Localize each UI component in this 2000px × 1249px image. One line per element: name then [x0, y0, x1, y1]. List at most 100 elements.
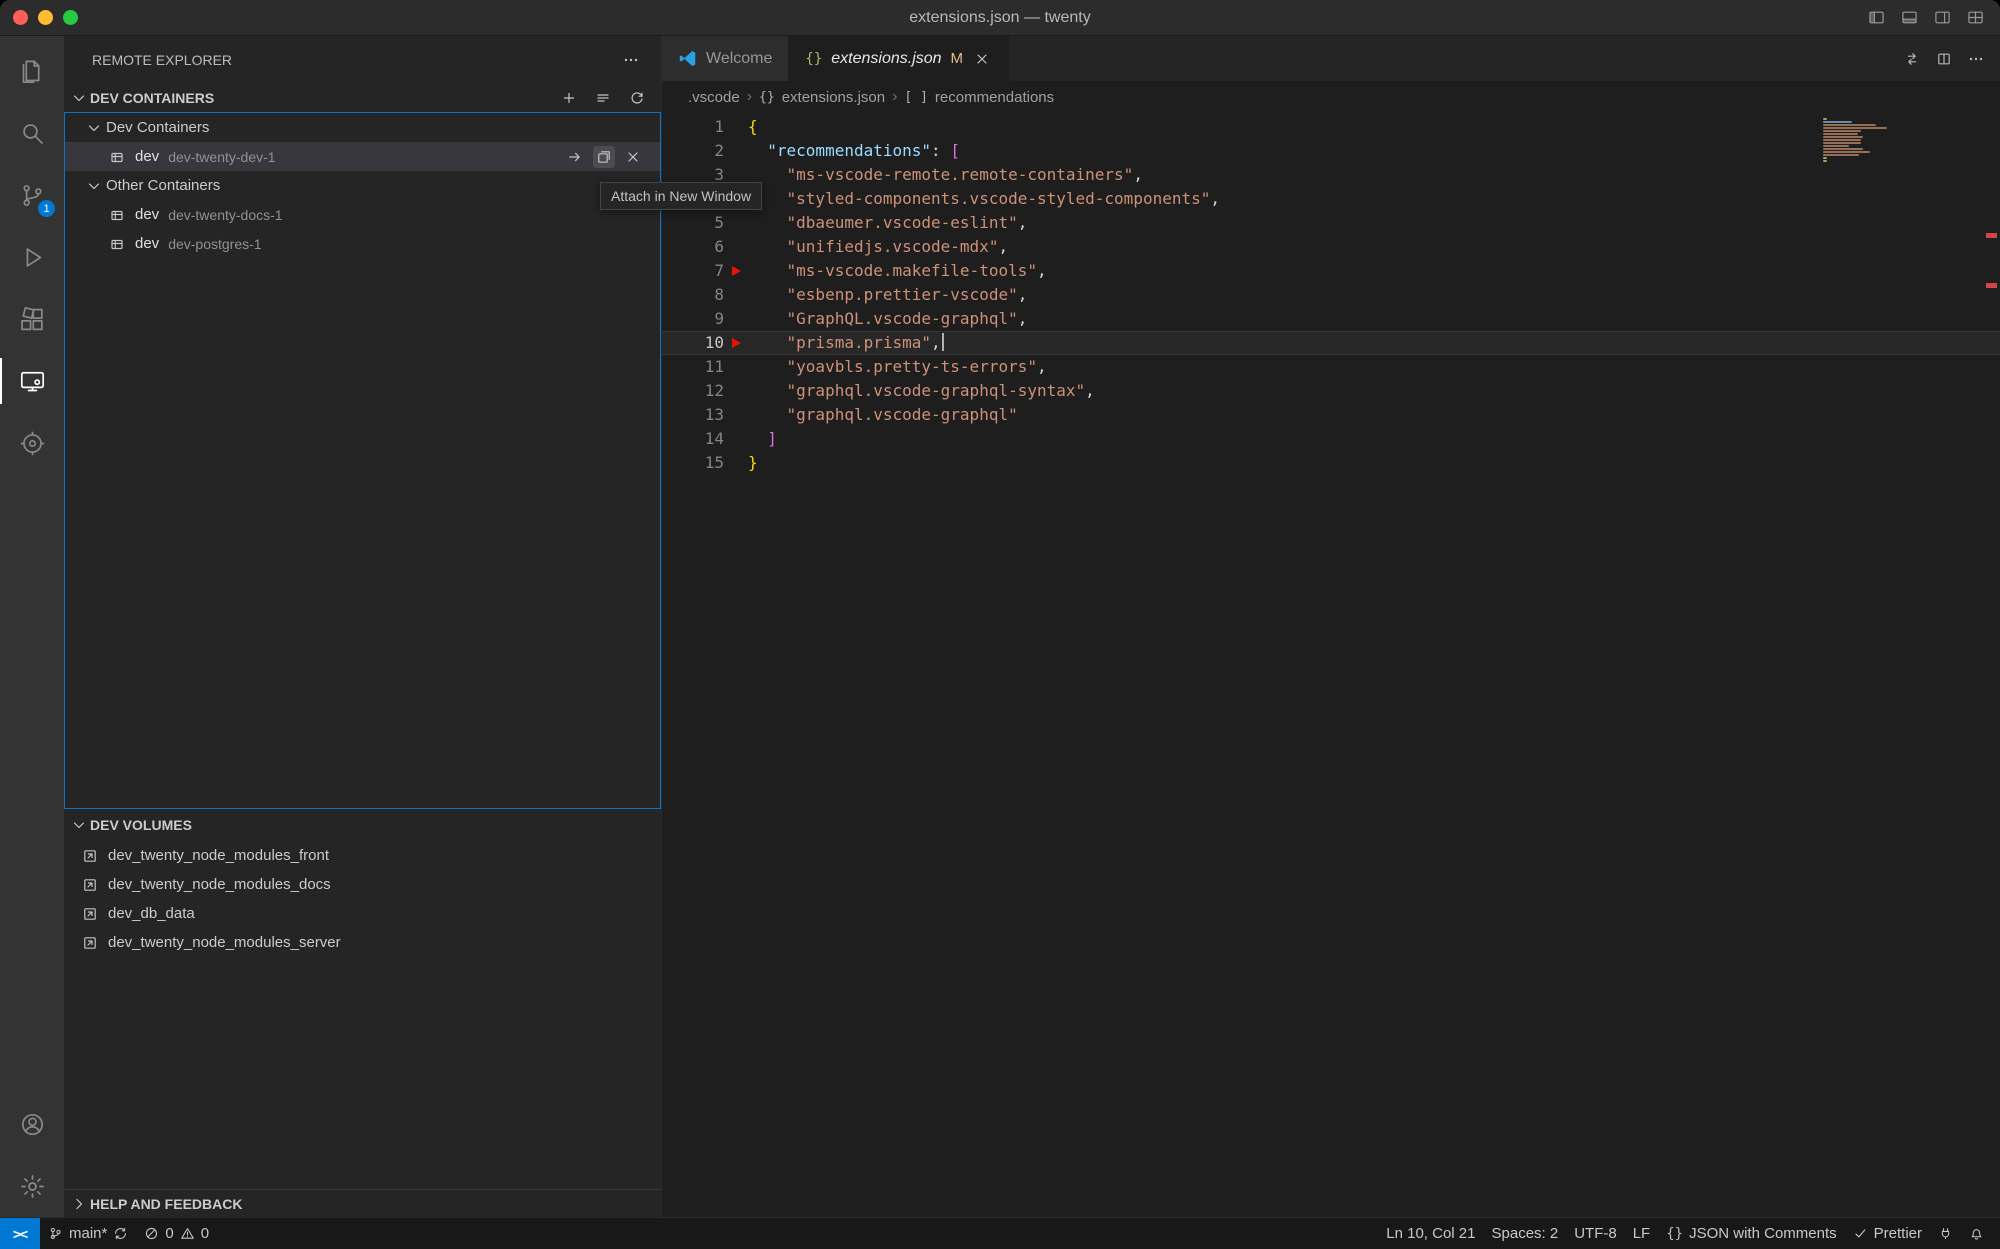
eol-button[interactable]: LF	[1625, 1225, 1659, 1242]
code-line[interactable]: 8 "esbenp.prettier-vscode",	[662, 283, 2000, 307]
gutter-space	[724, 427, 748, 451]
code-line[interactable]: 14 ]	[662, 427, 2000, 451]
container-description: dev-twenty-docs-1	[168, 207, 282, 223]
code-editor[interactable]: 1{2 "recommendations": [3 "ms-vscode-rem…	[662, 113, 2000, 1217]
dev-containers-tree: Dev Containers devdev-twenty-dev-1Other C…	[64, 112, 661, 809]
extensions-icon[interactable]	[0, 288, 64, 350]
tab-extensions-json[interactable]: {}extensions.jsonM	[789, 36, 1009, 81]
tab-welcome[interactable]: Welcome	[662, 36, 789, 81]
container-name: dev	[135, 206, 159, 223]
gutter-space	[724, 307, 748, 331]
code-line[interactable]: 15}	[662, 451, 2000, 475]
container-name: dev	[135, 235, 159, 252]
container-row[interactable]: dev dev-postgres-1	[65, 229, 660, 258]
line-number: 9	[662, 307, 724, 331]
run-debug-icon[interactable]	[0, 226, 64, 288]
git-branch-button[interactable]: main*	[40, 1218, 136, 1249]
container-name: dev	[135, 148, 159, 165]
code-line[interactable]: 12 "graphql.vscode-graphql-syntax",	[662, 379, 2000, 403]
row-actions	[564, 146, 644, 168]
volume-row[interactable]: dev_twenty_node_modules_docs	[64, 870, 661, 899]
list-icon[interactable]	[593, 88, 613, 108]
cursor-position-button[interactable]: Ln 10, Col 21	[1378, 1225, 1483, 1242]
warning-icon	[180, 1226, 195, 1241]
gutter-space	[724, 283, 748, 307]
volume-icon	[80, 904, 100, 924]
breadcrumb-separator-icon: ›	[892, 88, 897, 106]
container-description: dev-postgres-1	[168, 236, 261, 252]
account-icon[interactable]	[0, 1093, 64, 1155]
code-line[interactable]: 11 "yoavbls.pretty-ts-errors",	[662, 355, 2000, 379]
traffic-lights	[13, 10, 78, 25]
breadcrumb-item[interactable]: extensions.json	[782, 89, 885, 106]
minimize-window-button[interactable]	[38, 10, 53, 25]
help-feedback-section-header[interactable]: HELP AND FEEDBACK	[64, 1189, 661, 1217]
container-row[interactable]: devdev-twenty-dev-1	[65, 142, 660, 171]
refresh-icon[interactable]	[627, 88, 647, 108]
remote-indicator-button[interactable]: ><	[0, 1218, 40, 1249]
code-line[interactable]: 9 "GraphQL.vscode-graphql",	[662, 307, 2000, 331]
encoding-button[interactable]: UTF-8	[1566, 1225, 1625, 1242]
dev-volumes-list: dev_twenty_node_modules_front dev_twenty_…	[64, 841, 661, 957]
more-actions-icon[interactable]	[1968, 51, 1984, 67]
problems-button[interactable]: 0 0	[136, 1218, 217, 1249]
code-line[interactable]: 1{	[662, 115, 2000, 139]
dev-volumes-section-header[interactable]: DEV VOLUMES	[64, 809, 661, 841]
code-line[interactable]: 13 "graphql.vscode-graphql"	[662, 403, 2000, 427]
source-control-icon[interactable]: 1	[0, 164, 64, 226]
container-icon	[107, 205, 127, 225]
volume-name: dev_twenty_node_modules_front	[108, 847, 329, 864]
group-label: Dev Containers	[106, 119, 209, 136]
check-icon	[1853, 1226, 1868, 1241]
container-group-row[interactable]: Other Containers	[65, 171, 660, 200]
language-mode-button[interactable]: {} JSON with Comments	[1658, 1225, 1844, 1242]
more-actions-icon[interactable]	[623, 52, 639, 68]
split-editor-icon[interactable]	[1936, 51, 1952, 67]
attach-new-window-icon[interactable]	[593, 146, 615, 168]
code-line[interactable]: 4 "styled-components.vscode-styled-compo…	[662, 187, 2000, 211]
code-line[interactable]: 3 "ms-vscode-remote.remote-containers",	[662, 163, 2000, 187]
line-number: 7	[662, 259, 724, 283]
remote-explorer-icon[interactable]	[0, 350, 64, 412]
dev-containers-icon[interactable]	[0, 412, 64, 474]
code-line[interactable]: 5 "dbaeumer.vscode-eslint",	[662, 211, 2000, 235]
attach-current-window-icon[interactable]	[564, 146, 586, 168]
close-window-button[interactable]	[13, 10, 28, 25]
code-line[interactable]: 7 "ms-vscode.makefile-tools",	[662, 259, 2000, 283]
zoom-window-button[interactable]	[63, 10, 78, 25]
container-row[interactable]: dev dev-twenty-docs-1	[65, 200, 660, 229]
volume-name: dev_twenty_node_modules_server	[108, 934, 341, 951]
toggle-panel-icon[interactable]	[1901, 9, 1918, 26]
close-tab-icon[interactable]	[972, 49, 992, 69]
breadcrumb-item[interactable]: .vscode	[688, 89, 740, 106]
formatter-button[interactable]: Prettier	[1845, 1225, 1930, 1242]
volume-row[interactable]: dev_db_data	[64, 899, 661, 928]
plus-icon[interactable]	[559, 88, 579, 108]
warning-count: 0	[201, 1225, 209, 1242]
explorer-icon[interactable]	[0, 40, 64, 102]
volume-row[interactable]: dev_twenty_node_modules_front	[64, 841, 661, 870]
code-line[interactable]: 6 "unifiedjs.vscode-mdx",	[662, 235, 2000, 259]
code-text: "graphql.vscode-graphql"	[748, 403, 1018, 427]
container-group-row[interactable]: Dev Containers	[65, 113, 660, 142]
indentation-button[interactable]: Spaces: 2	[1484, 1225, 1567, 1242]
breadcrumb-item[interactable]: recommendations	[935, 89, 1054, 106]
volume-row[interactable]: dev_twenty_node_modules_server	[64, 928, 661, 957]
settings-gear-icon[interactable]	[0, 1155, 64, 1217]
toggle-secondary-sidebar-icon[interactable]	[1934, 9, 1951, 26]
code-line[interactable]: 10 "prisma.prisma",	[662, 331, 2000, 355]
dev-containers-section-header[interactable]: DEV CONTAINERS	[64, 84, 661, 112]
workbench: 1 REMOTE EXPLORER DEV CONTAINERS	[0, 36, 2000, 1217]
volume-icon	[80, 846, 100, 866]
code-text: "GraphQL.vscode-graphql",	[748, 307, 1027, 331]
search-icon[interactable]	[0, 102, 64, 164]
open-changes-icon[interactable]	[1904, 51, 1920, 67]
customize-layout-icon[interactable]	[1967, 9, 1984, 26]
code-line[interactable]: 2 "recommendations": [	[662, 139, 2000, 163]
stop-container-icon[interactable]	[622, 146, 644, 168]
toggle-primary-sidebar-icon[interactable]	[1868, 9, 1885, 26]
gutter-space	[724, 235, 748, 259]
notifications-bell-button[interactable]	[1961, 1226, 1992, 1241]
ports-button[interactable]	[1930, 1226, 1961, 1241]
line-number: 5	[662, 211, 724, 235]
